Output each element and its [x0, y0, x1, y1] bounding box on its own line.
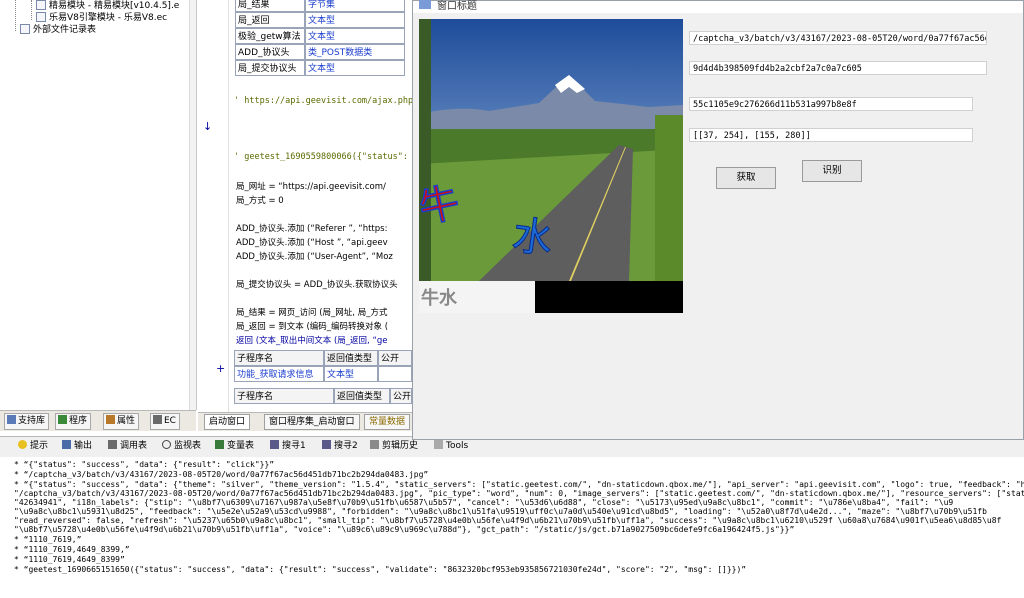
- arrow-down-icon: ↓: [203, 120, 213, 133]
- output-line: "\u8bf7\u5728\u4e0b\u56fe\u4f9d\u6b21\u7…: [14, 525, 795, 534]
- captcha-path-field[interactable]: /captcha_v3/batch/v3/43167/2023-08-05T20…: [689, 31, 987, 45]
- tree-scrollbar[interactable]: [189, 0, 196, 410]
- tab-constants[interactable]: 常量数据: [364, 414, 411, 430]
- tab-startup-window[interactable]: 启动窗口: [204, 414, 251, 430]
- var-type-cell[interactable]: 文本型: [305, 60, 405, 76]
- code-line[interactable]: 返回 (文本_取出中间文本 (局_返回, “ge: [236, 334, 387, 346]
- code-comment[interactable]: ' https://api.geevisit.com/ajax.php?gt: [234, 96, 428, 106]
- tree-item-label: 乐易V8引擎模块 - 乐易V8.ec: [49, 13, 168, 23]
- tab-properties[interactable]: 属性: [103, 413, 140, 430]
- sub-header-type: 返回值类型: [334, 388, 390, 404]
- tab-ec[interactable]: EC: [150, 413, 180, 430]
- tree-connector: [15, 0, 17, 31]
- var-name-cell[interactable]: ADD_协议头: [235, 44, 305, 60]
- get-button[interactable]: 获取: [716, 167, 776, 189]
- var-type-cell[interactable]: 文本型: [305, 12, 405, 28]
- var-name-cell[interactable]: 极验_getw算法: [235, 28, 305, 44]
- module-icon: [36, 0, 46, 10]
- editor-gutter: ↓ +: [198, 0, 229, 412]
- tab-window-assembly[interactable]: 窗口程序集_启动窗口: [264, 414, 360, 430]
- tree-item-label: 外部文件记录表: [33, 25, 97, 35]
- bulb-icon: [18, 440, 27, 449]
- var-type-cell[interactable]: 文本型: [305, 28, 405, 44]
- window-icon: [419, 0, 431, 9]
- sub-header-public: 公开: [390, 388, 412, 404]
- var-name-cell[interactable]: 局_结果: [235, 0, 305, 12]
- project-tree: 精易模块 - 精易模块[v10.4.5].e 乐易V8引擎模块 - 乐易V8.e…: [0, 0, 197, 410]
- tab-support-library[interactable]: 支持库: [4, 413, 50, 430]
- code-line[interactable]: ADD_协议头.添加 (“User-Agent”, “Moz: [236, 250, 393, 262]
- sub-header-name: 子程序名: [234, 388, 334, 404]
- sub-public-cell[interactable]: [378, 366, 412, 382]
- code-line[interactable]: ADD_协议头.添加 (“Referer ”, “https:: [236, 222, 387, 234]
- tab-call-table[interactable]: 调用表: [108, 439, 147, 454]
- captcha-image[interactable]: 牛 水 牛水: [419, 19, 683, 313]
- coordinates-field[interactable]: [[37, 254], [155, 280]]: [689, 128, 973, 142]
- gt-field[interactable]: 55c1105e9c276266d11b531a997b8e8f: [689, 97, 973, 111]
- sub-header-type: 返回值类型: [324, 350, 378, 366]
- output-line: * “/captcha_v3/batch/v3/43167/2023-08-05…: [14, 470, 429, 479]
- code-line[interactable]: 局_方式 = 0: [236, 194, 284, 206]
- code-line[interactable]: 局_返回 = 到文本 (编码_编码转换对象 (: [236, 320, 388, 332]
- sub-type-cell[interactable]: 文本型: [324, 366, 378, 382]
- call-table-icon: [108, 440, 117, 449]
- ec-icon: [153, 415, 162, 424]
- output-line: * “1110_7619,4649_8399”: [14, 555, 125, 564]
- tree-item-label: 精易模块 - 精易模块[v10.4.5].e: [49, 1, 180, 11]
- dialog-titlebar[interactable]: 窗口标题: [413, 0, 1023, 13]
- code-comment[interactable]: ' geetest_1690559800066({"status": "su: [234, 152, 428, 162]
- tree-item[interactable]: 外部文件记录表: [20, 24, 96, 37]
- var-type-cell[interactable]: 字节集: [305, 0, 405, 12]
- search1-icon: [270, 440, 279, 449]
- tab-clip-history[interactable]: 剪辑历史: [370, 439, 418, 454]
- var-name-cell[interactable]: 局_提交协议头: [235, 60, 305, 76]
- clipboard-icon: [370, 440, 379, 449]
- tab-search2[interactable]: 搜寻2: [322, 439, 358, 454]
- output-line: * “geetest_1690665151650({"status": "suc…: [14, 565, 747, 574]
- dialog-title: 窗口标题: [437, 1, 477, 12]
- variables-icon: [215, 440, 224, 449]
- code-line[interactable]: 局_结果 = 网页_访问 (局_网址, 局_方式: [236, 306, 387, 318]
- tab-watch[interactable]: 监视表: [162, 439, 201, 454]
- sub-name-cell[interactable]: 功能_获取请求信息: [234, 366, 324, 382]
- output-pane[interactable]: * “{"status": "success", "data": {"resul…: [0, 457, 1024, 598]
- properties-icon: [106, 415, 115, 424]
- file-record-icon: [20, 24, 30, 34]
- recognize-button[interactable]: 识别: [802, 160, 862, 182]
- expand-icon[interactable]: +: [216, 362, 225, 375]
- sub-header-name: 子程序名: [234, 350, 324, 366]
- left-panel-tabs: 支持库 程序 属性 EC: [0, 410, 196, 431]
- module-icon: [36, 12, 46, 22]
- gear-icon: [7, 415, 16, 424]
- search-icon: [162, 440, 171, 449]
- code-line[interactable]: 局_网址 = “https://api.geevisit.com/: [236, 180, 386, 192]
- captcha-char-2[interactable]: 水: [509, 212, 556, 264]
- var-name-cell[interactable]: 局_返回: [235, 12, 305, 28]
- sub-header-public: 公开: [378, 350, 412, 366]
- challenge-field[interactable]: 9d4d4b398509fd4b2a2cbf2a7c0a7c605: [689, 61, 987, 75]
- tab-search1[interactable]: 搜寻1: [270, 439, 306, 454]
- output-line: * “1110_7619,4649_8399,”: [14, 545, 130, 554]
- output-line: * “{"status": "success", "data": {"resul…: [14, 460, 275, 469]
- tab-program[interactable]: 程序: [55, 413, 92, 430]
- search2-icon: [322, 440, 331, 449]
- tab-variables[interactable]: 变量表: [215, 439, 254, 454]
- captcha-dialog: 窗口标题 牛 水 牛水 /captcha_v3/batch/v3/43167/2…: [412, 0, 1024, 440]
- captcha-hint: 牛水: [421, 287, 458, 309]
- tab-tools[interactable]: Tools: [434, 439, 468, 454]
- output-icon: [62, 440, 71, 449]
- tree-connector: [31, 0, 33, 20]
- code-line[interactable]: 局_提交协议头 = ADD_协议头.获取协议头: [236, 278, 398, 290]
- program-icon: [58, 415, 67, 424]
- tools-icon: [434, 440, 443, 449]
- tab-output[interactable]: 输出: [62, 439, 92, 454]
- tab-hint[interactable]: 提示: [18, 439, 48, 454]
- output-line: * “1110_7619,”: [14, 535, 82, 544]
- code-line[interactable]: ADD_协议头.添加 (“Host ”, “api.geev: [236, 236, 388, 248]
- var-type-cell[interactable]: 类_POST数据类: [305, 44, 405, 60]
